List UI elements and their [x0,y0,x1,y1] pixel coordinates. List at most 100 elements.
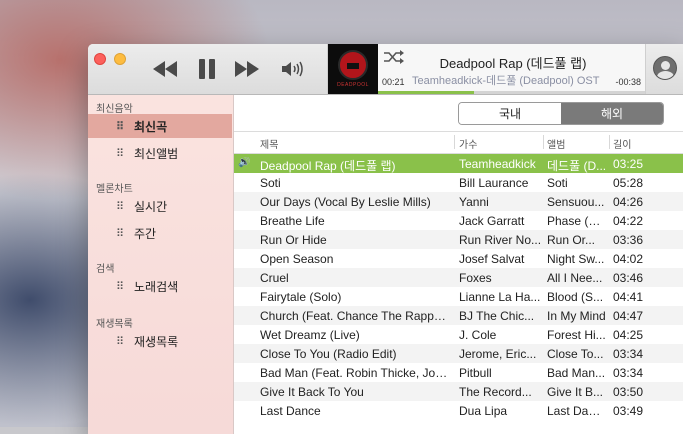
header-length[interactable]: 길이 [613,136,631,151]
table-row[interactable]: CruelFoxesAll I Nee...03:46 [234,268,683,287]
sidebar-section-title: 검색 [96,260,114,275]
tab-foreign[interactable]: 해외 [561,103,663,124]
table-row[interactable]: Church (Feat. Chance The Rapper... BJ The… [234,306,683,325]
pause-icon [198,59,216,79]
cell-length: 03:49 [613,404,649,418]
song-table: 제목 가수 앨범 길이 🔊Deadpool Rap (데드풀 랩)Teamhea… [234,131,683,420]
table-row[interactable]: Give It Back To You The Record... Give It … [234,382,683,401]
table-row[interactable]: 🔊Deadpool Rap (데드풀 랩)Teamheadkick데드풀 (D.… [234,154,683,173]
header-album[interactable]: 앨범 [547,136,565,151]
progress-bar[interactable] [378,91,645,94]
cell-artist: Josef Salvat [459,252,543,266]
sidebar-item-label: 최신곡 [134,118,167,135]
table-row[interactable]: Last DanceDua LipaLast Dance03:49 [234,401,683,420]
grid-icon: ⠿ [112,120,128,133]
sidebar-item[interactable]: ⠿ 최신앨범 [88,141,232,165]
table-row[interactable]: Our Days (Vocal By Leslie Mills)YanniSen… [234,192,683,211]
cell-title: Fairytale (Solo) [260,290,450,304]
cell-length: 04:22 [613,214,649,228]
cell-album: Forest Hi... [547,328,607,342]
now-playing-speaker-icon: 🔊 [238,157,254,168]
table-row[interactable]: Bad Man (Feat. Robin Thicke, Joe...Pitbu… [234,363,683,382]
album-art[interactable]: DEADPOOL [328,44,378,94]
cell-artist: J. Cole [459,328,543,342]
cell-length: 03:34 [613,366,649,380]
header-title[interactable]: 제목 [260,136,278,151]
cell-artist: Run River No... [459,233,543,247]
sidebar-item[interactable]: ⠿재생목록 [88,329,232,353]
table-row[interactable]: Close To You (Radio Edit) Jerome, Eric...… [234,344,683,363]
song-artist-album: Teamheadkick-데드풀 (Deadpool) OST [412,72,608,88]
cell-artist: Foxes [459,271,543,285]
cell-artist: Jack Garratt [459,214,543,228]
cell-title: Breathe Life [260,214,450,228]
grid-icon: ⠿ [112,147,128,160]
grid-icon: ⠿ [112,280,128,293]
rewind-button[interactable] [152,58,178,80]
cell-title: Run Or Hide [260,233,450,247]
cell-album: Phase (D... [547,214,607,228]
table-row[interactable]: SotiBill LauranceSoti05:28◂ [234,173,683,192]
table-row[interactable]: Wet Dreamz (Live) J. Cole Forest Hi... 04:2… [234,325,683,344]
cell-title: Close To You (Radio Edit) [260,347,450,361]
cell-title: Soti [260,176,450,190]
table-row[interactable]: Run Or Hide Run River No... Run Or... 03:36 [234,230,683,249]
table-body: 🔊Deadpool Rap (데드풀 랩)Teamheadkick데드풀 (D.… [234,154,683,420]
cell-artist: Pitbull [459,366,543,380]
cell-title: Wet Dreamz (Live) [260,328,450,342]
album-art-caption: DEADPOOL [337,82,369,88]
cell-title: Church (Feat. Chance The Rapper... [260,309,450,323]
table-header: 제목 가수 앨범 길이 [234,131,683,154]
song-title: Deadpool Rap (데드풀 랩) [388,53,638,72]
header-artist[interactable]: 가수 [459,136,477,151]
sidebar-item[interactable]: ⠿ 최신곡 [88,114,232,138]
main-content: 국내 해외 제목 가수 앨범 길이 🔊Deadpool Rap (데드풀 랩)T… [234,95,683,434]
cell-artist: Bill Laurance [459,176,543,190]
cell-album: In My Mind [547,309,607,323]
cell-artist: The Record... [459,385,543,399]
sidebar-item-label: 최신앨범 [134,145,178,162]
cell-album: Sensuou... [547,195,607,209]
cell-title: Open Season [260,252,450,266]
cell-length: 03:36 [613,233,649,247]
cell-length: 03:25 [613,157,649,171]
cell-album: Run Or... [547,233,607,247]
player-window: DEADPOOL Deadpool Rap (데드풀 랩) Teamheadki… [88,44,683,434]
cell-artist: Jerome, Eric... [459,347,543,361]
table-row[interactable]: Breathe Life Jack Garratt Phase (D... 04:22 [234,211,683,230]
deadpool-mask-icon [338,50,368,80]
time-elapsed: 00:21 [382,77,405,87]
sidebar-item-label: 주간 [134,225,156,242]
cell-album: Soti [547,176,607,190]
close-window-button[interactable] [94,53,106,65]
minimize-window-button[interactable] [114,53,126,65]
fast-forward-button[interactable] [234,58,260,80]
grid-icon: ⠿ [112,227,128,240]
tab-domestic[interactable]: 국내 [459,103,561,124]
cell-length: 04:25 [613,328,649,342]
user-icon[interactable] [653,56,677,80]
cell-title: Last Dance [260,404,450,418]
cell-length: 04:26 [613,195,649,209]
cell-title: Give It Back To You [260,385,450,399]
cell-album: Give It B... [547,385,607,399]
sidebar-item[interactable]: ⠿ 주간 [88,221,232,245]
region-segmented-control: 국내 해외 [458,102,664,125]
sidebar: 최신음악⠿최신곡⠿최신앨범멜론차트⠿실시간⠿주간검색⠿노래검색재생목록⠿재생목록 [88,95,234,434]
table-row[interactable]: Fairytale (Solo)Lianne La Ha...Blood (S.… [234,287,683,306]
table-row[interactable]: Open SeasonJosef SalvatNight Sw...04:02 [234,249,683,268]
sidebar-item[interactable]: ⠿실시간 [88,194,232,218]
fast-forward-icon [235,61,259,77]
cell-artist: BJ The Chic... [459,309,543,323]
sidebar-item[interactable]: ⠿노래검색 [88,274,232,298]
cell-length: 05:28 [613,176,649,190]
volume-button[interactable] [282,58,304,80]
cell-artist: Teamheadkick [459,157,543,171]
cell-length: 03:34 [613,347,649,361]
cell-length: 03:46 [613,271,649,285]
cell-length: 04:47 [613,309,649,323]
cell-title: Cruel [260,271,450,285]
cell-length: 03:50 [613,385,649,399]
grid-icon: ⠿ [112,200,128,213]
pause-button[interactable] [196,58,218,80]
